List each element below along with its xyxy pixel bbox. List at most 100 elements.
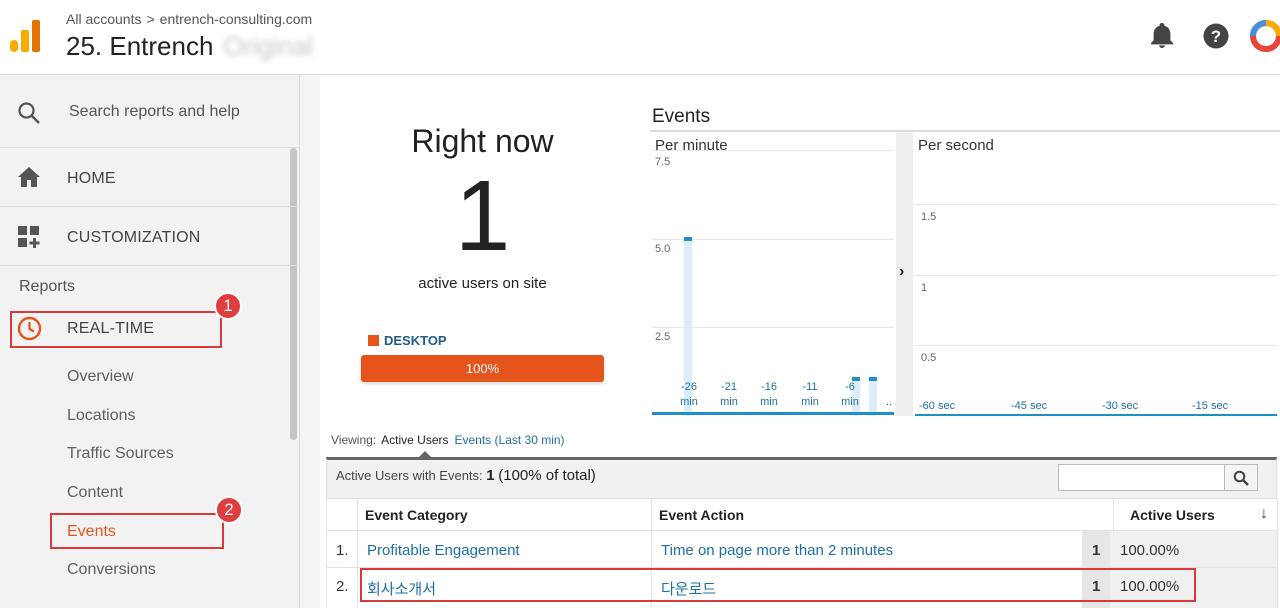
active-users-count: 1 — [454, 160, 511, 272]
table-search-input[interactable] — [1058, 464, 1226, 491]
x-tick-label: -6 min — [838, 380, 862, 410]
divider — [0, 265, 298, 266]
tab-active-users[interactable]: Active Users — [381, 433, 448, 447]
table-summary: Active Users with Events: 1 (100% of tot… — [336, 467, 596, 484]
x-tick-label: -30 sec — [1102, 400, 1139, 412]
tick-value: -26 — [681, 381, 697, 393]
chart-top-border — [650, 130, 1280, 132]
column-header-active-users[interactable]: Active Users — [1130, 507, 1215, 523]
annotation-badge-1: 1 — [214, 292, 242, 320]
property-title: 25. Entrench — [66, 31, 214, 61]
viewing-label: Viewing: — [331, 433, 377, 447]
top-header: All accounts > entrench-consulting.com 25.… — [0, 0, 1280, 75]
data-bar-cap — [869, 377, 877, 381]
avatar[interactable] — [1250, 20, 1280, 52]
tick-unit: min — [720, 396, 738, 408]
tick-value: -11 — [802, 381, 818, 393]
active-users-percent: 100.00% — [1120, 542, 1180, 559]
bar-fill — [869, 377, 877, 416]
x-tick-label: -15 sec — [1192, 400, 1229, 412]
x-tick-label: -45 sec — [1011, 400, 1048, 412]
annotation-box-row-2 — [360, 568, 1196, 602]
help-icon[interactable]: ? — [1203, 23, 1229, 49]
x-tick-label: -11 min — [798, 380, 822, 410]
y-tick-label: 1 — [921, 282, 928, 294]
data-bar-cap — [684, 237, 692, 241]
x-tick-label: .. — [885, 396, 893, 408]
svg-text:?: ? — [1211, 27, 1221, 46]
bell-icon[interactable] — [1150, 23, 1174, 49]
chevron-right-icon[interactable]: › — [899, 263, 904, 281]
property-selector[interactable]: 25. Entrench Original — [66, 31, 313, 62]
nav-locations[interactable]: Locations — [67, 407, 136, 425]
breadcrumb-root[interactable]: All accounts — [66, 11, 141, 27]
row-index: 1. — [336, 542, 349, 559]
viewing-switcher: Viewing: Active Users Events (Last 30 min) — [331, 433, 565, 447]
chevron-right-icon: > — [146, 11, 155, 27]
tick-unit: min — [801, 396, 819, 408]
table-search-button[interactable] — [1224, 464, 1258, 491]
sort-descending-icon[interactable]: ↓ — [1260, 505, 1268, 523]
sidebar-scrollbar[interactable] — [290, 148, 297, 440]
baseline — [915, 414, 1277, 416]
summary-value: 1 — [486, 467, 495, 484]
annotation-box-realtime — [10, 311, 222, 348]
active-users-caption: active users on site — [418, 275, 547, 292]
device-legend: DESKTOP — [368, 333, 447, 348]
x-tick-label: -26 min — [677, 380, 701, 410]
tick-unit: min — [680, 396, 698, 408]
legend-swatch — [368, 335, 379, 346]
device-label: DESKTOP — [384, 333, 447, 348]
nav-traffic-sources[interactable]: Traffic Sources — [67, 445, 174, 463]
tick-value: -6 — [845, 381, 855, 393]
tick-unit: min — [841, 396, 859, 408]
search-icon — [1233, 470, 1249, 486]
summary-percent: (100% of total) — [498, 467, 596, 484]
event-category-link[interactable]: Profitable Engagement — [367, 542, 520, 559]
nav-home[interactable]: HOME — [67, 170, 116, 188]
reports-section-label: Reports — [19, 278, 76, 295]
annotation-box-events — [50, 513, 224, 549]
column-header-event-action[interactable]: Event Action — [659, 507, 744, 523]
column-header-event-category[interactable]: Event Category — [365, 507, 468, 523]
tick-value: -16 — [761, 381, 777, 393]
row-divider — [326, 530, 1277, 531]
x-tick-label: -16 min — [757, 380, 781, 410]
per-second-label: Per second — [918, 137, 994, 154]
gridline — [915, 204, 1277, 205]
gridline — [915, 275, 1277, 276]
y-tick-label: 1.5 — [921, 211, 937, 223]
column-divider — [326, 499, 327, 608]
content-gutter — [300, 75, 320, 608]
y-tick-label: 0.5 — [921, 352, 937, 364]
breadcrumb-account[interactable]: entrench-consulting.com — [160, 11, 313, 27]
per-minute-chart — [652, 237, 894, 416]
nav-conversions[interactable]: Conversions — [67, 561, 156, 579]
nav-overview[interactable]: Overview — [67, 368, 134, 386]
search-icon[interactable] — [17, 101, 41, 125]
event-action-link[interactable]: Time on page more than 2 minutes — [661, 542, 893, 559]
annotation-badge-2: 2 — [215, 496, 243, 524]
nav-content[interactable]: Content — [67, 484, 123, 502]
active-users-value: 1 — [1092, 542, 1101, 559]
nav-customization[interactable]: CUSTOMIZATION — [67, 229, 201, 247]
x-tick-label: -21 min — [717, 380, 741, 410]
divider — [0, 206, 298, 207]
customization-icon[interactable] — [17, 225, 41, 249]
summary-label: Active Users with Events: — [336, 468, 483, 483]
tab-events-last-30[interactable]: Events (Last 30 min) — [455, 433, 565, 447]
column-divider — [1277, 499, 1278, 608]
search-reports-input[interactable]: Search reports and help — [69, 103, 240, 121]
row-index: 2. — [336, 578, 349, 595]
x-tick-label: -60 sec — [919, 400, 956, 412]
home-icon[interactable] — [17, 166, 41, 188]
users-cell-shade — [1082, 531, 1278, 567]
events-chart-title: Events — [652, 106, 711, 127]
gridline — [915, 345, 1277, 346]
column-divider — [1113, 499, 1114, 531]
analytics-logo[interactable] — [10, 20, 40, 52]
baseline — [652, 412, 894, 415]
column-divider — [357, 499, 358, 608]
right-now-title: Right now — [411, 123, 554, 159]
breadcrumb[interactable]: All accounts > entrench-consulting.com — [66, 11, 312, 27]
